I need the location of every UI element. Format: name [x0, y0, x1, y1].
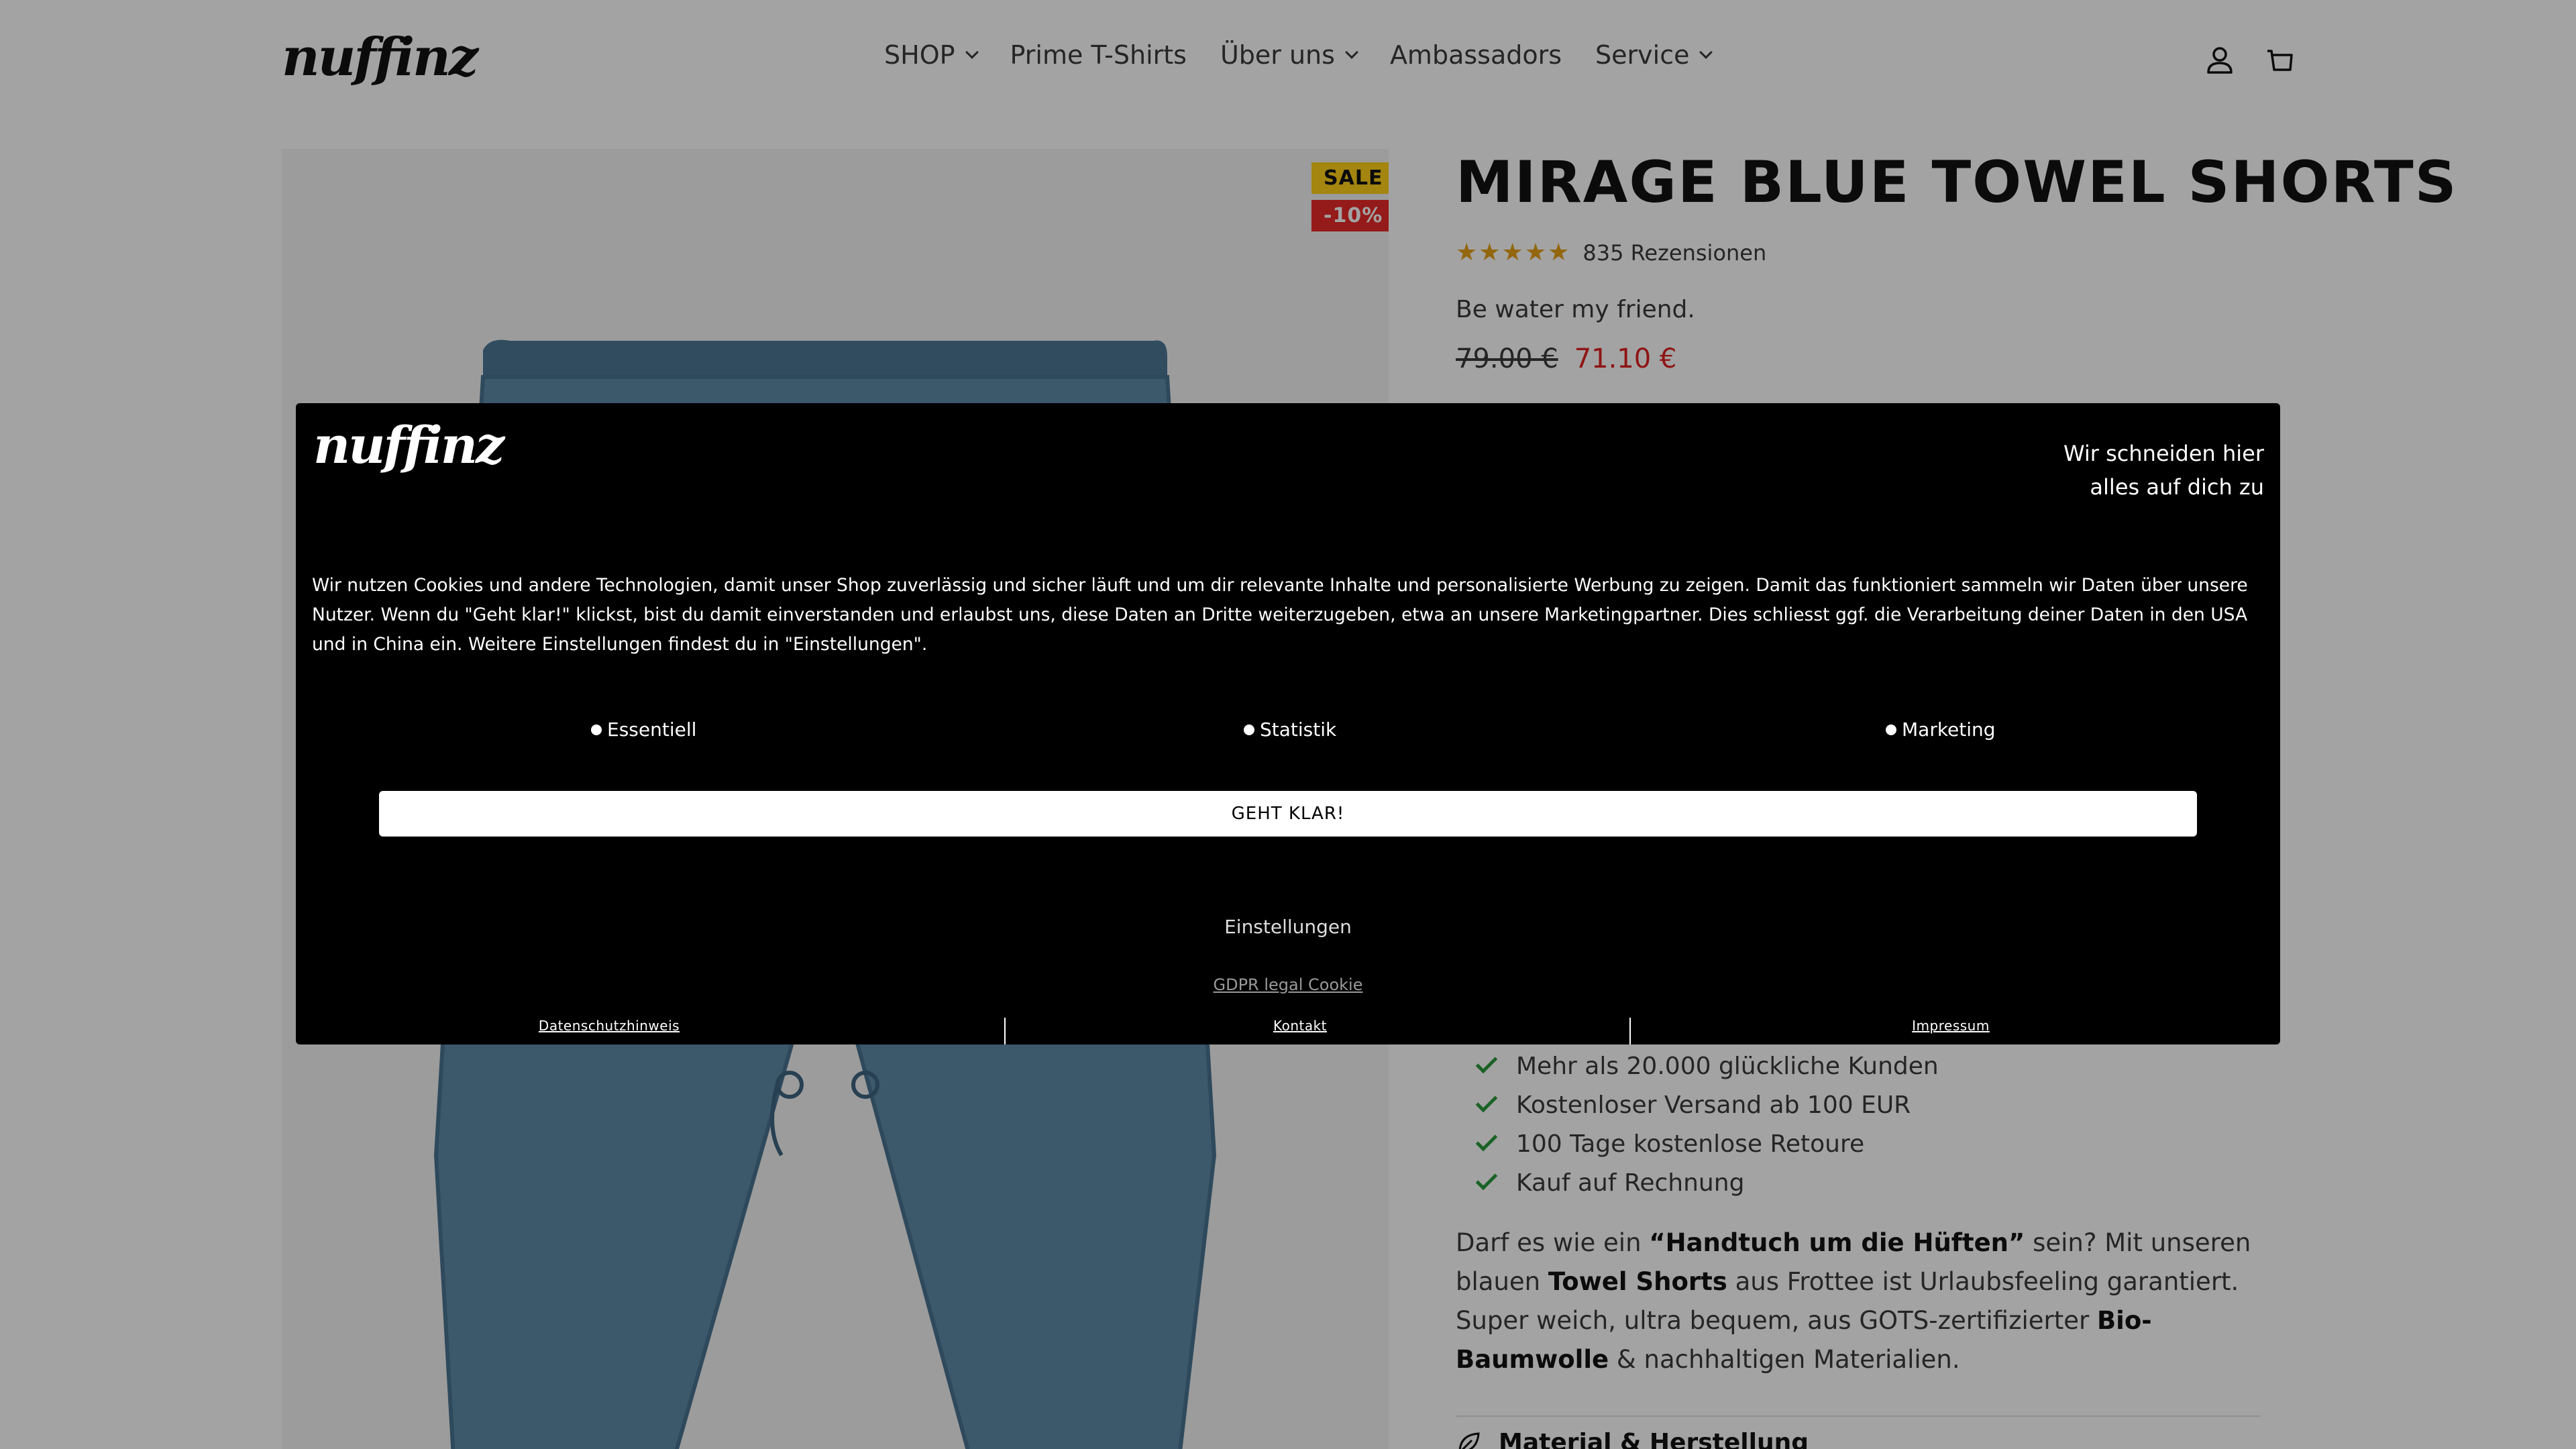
cookie-settings-link[interactable]: Einstellungen: [296, 916, 2280, 938]
link-separator: [1629, 1018, 1631, 1044]
option-essential[interactable]: Essentiell: [591, 718, 696, 741]
imprint-link[interactable]: Impressum: [1638, 1018, 2264, 1034]
contact-link[interactable]: Kontakt: [987, 1018, 1613, 1034]
radio-dot-icon: [591, 724, 602, 735]
option-marketing[interactable]: Marketing: [1886, 718, 1996, 741]
accept-cookies-button[interactable]: GEHT KLAR!: [379, 791, 2197, 837]
privacy-link[interactable]: Datenschutzhinweis: [296, 1018, 922, 1034]
cookie-headline-line: Wir schneiden hier: [2063, 441, 2264, 466]
option-label: Statistik: [1260, 718, 1337, 741]
cookie-text: Wir nutzen Cookies und andere Technologi…: [312, 575, 2248, 655]
cookie-options: Essentiell Statistik Marketing: [296, 718, 2280, 745]
option-label: Essentiell: [607, 718, 697, 741]
cookie-headline-line: alles auf dich zu: [2090, 474, 2264, 500]
option-label: Marketing: [1902, 718, 1996, 741]
cookie-logo: nuffinz: [313, 415, 504, 475]
cookie-banner: nuffinz Wir schneiden hier alles auf dic…: [296, 403, 2280, 1044]
option-statistics[interactable]: Statistik: [1244, 718, 1336, 741]
radio-dot-icon: [1886, 724, 1896, 735]
cookie-footer-links: Datenschutzhinweis Kontakt Impressum: [296, 1018, 2280, 1044]
radio-dot-icon: [1244, 724, 1254, 735]
gdpr-link[interactable]: GDPR legal Cookie: [296, 975, 2280, 994]
cookie-headline: Wir schneiden hier alles auf dich zu: [2049, 437, 2264, 504]
